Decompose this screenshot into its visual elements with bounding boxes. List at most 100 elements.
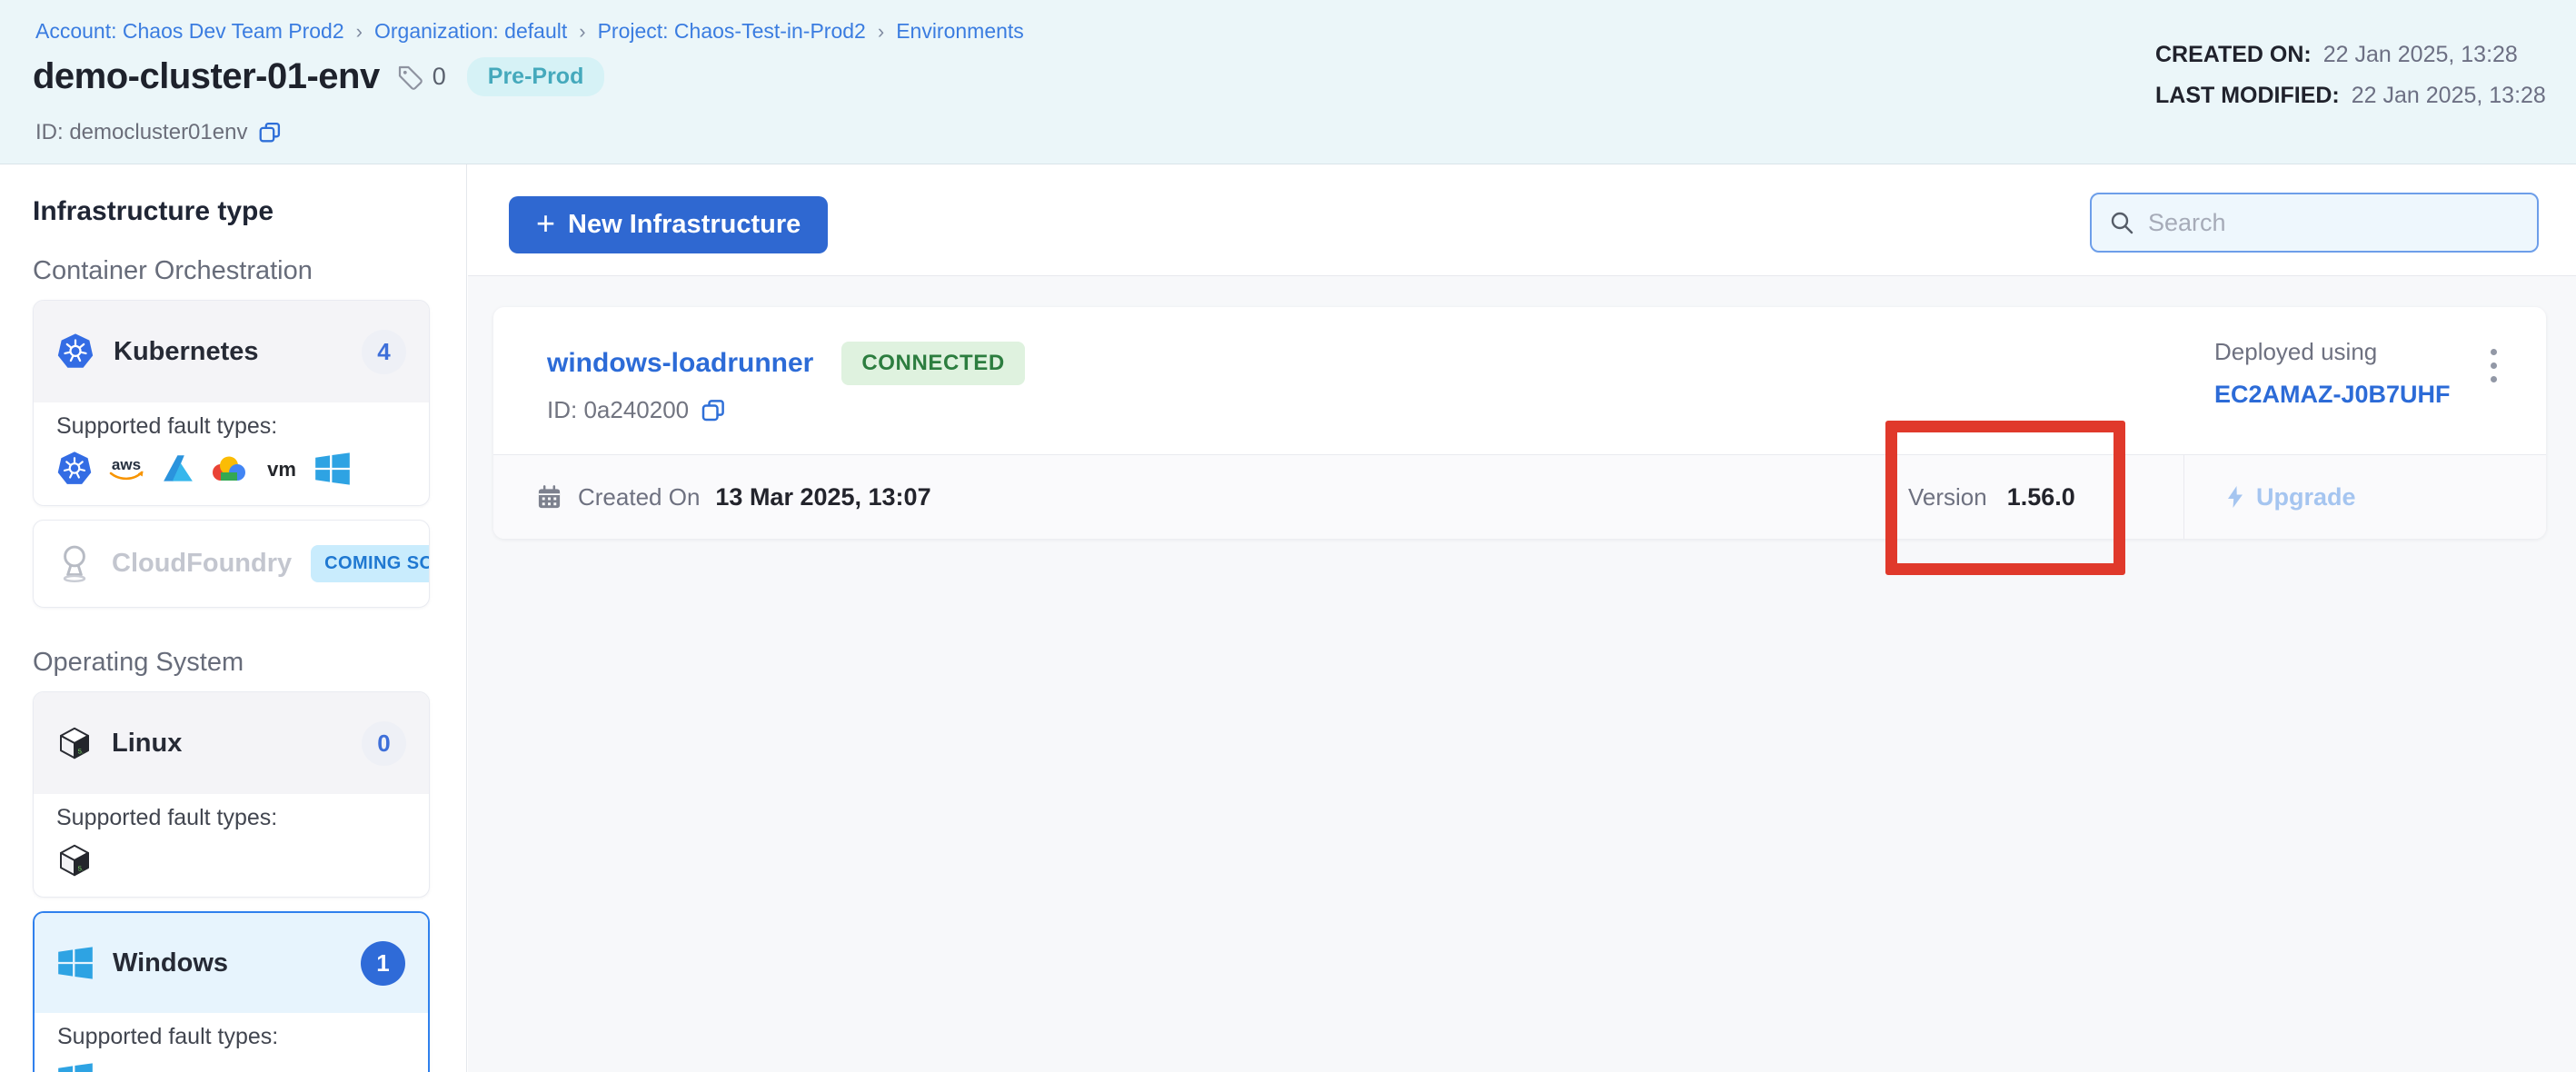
- linux-icon: 5.: [56, 725, 93, 761]
- created-on-block: Created On 13 Mar 2025, 13:07: [536, 455, 931, 539]
- sidebar-item-cloudfoundry: CloudFoundry COMING SOON: [33, 520, 430, 608]
- new-infrastructure-label: New Infrastructure: [568, 210, 801, 240]
- audit-dates: CREATED ON: 22 Jan 2025, 13:28 LAST MODI…: [2155, 42, 2546, 109]
- linux-icon: 5.: [56, 842, 93, 878]
- created-on-label: CREATED ON:: [2155, 42, 2312, 68]
- svg-text:5.: 5.: [78, 864, 84, 872]
- breadcrumb: Account: Chaos Dev Team Prod2 › Organiza…: [35, 19, 1024, 44]
- infrastructure-type-sidebar: Infrastructure type Container Orchestrat…: [0, 164, 467, 1072]
- sidebar-heading: Infrastructure type: [33, 198, 430, 225]
- infrastructure-name-row: windows-loadrunner CONNECTED: [547, 342, 1025, 385]
- cloudfoundry-icon: [56, 544, 93, 584]
- aws-icon: aws: [105, 454, 147, 483]
- tags-control[interactable]: 0: [395, 63, 446, 92]
- status-badge: CONNECTED: [841, 342, 1024, 385]
- supported-fault-types-label: Supported fault types:: [56, 807, 406, 829]
- windows-card-header: Windows 1: [35, 913, 428, 1013]
- environment-id-row: ID: democluster01env: [35, 120, 283, 145]
- calendar-icon: [536, 484, 562, 511]
- linux-card-body: Supported fault types: 5.: [34, 794, 429, 897]
- windows-label: Windows: [113, 948, 228, 978]
- plus-icon: +: [536, 207, 555, 240]
- breadcrumb-environments[interactable]: Environments: [896, 19, 1024, 44]
- deployed-using-block: Deployed using EC2AMAZ-J0B7UHF: [2214, 338, 2451, 409]
- fault-type-icons: aws vm: [56, 451, 406, 487]
- breadcrumb-account[interactable]: Account: Chaos Dev Team Prod2: [35, 19, 344, 44]
- azure-icon: [160, 453, 196, 484]
- windows-icon: [314, 451, 351, 487]
- last-modified-label: LAST MODIFIED:: [2155, 83, 2340, 109]
- kubernetes-card-header: Kubernetes 4: [34, 301, 429, 402]
- windows-icon: [57, 945, 94, 981]
- fault-type-icons: [57, 1061, 405, 1072]
- environments-main: + New Infrastructure windows-loadrunner …: [468, 164, 2576, 1072]
- sidebar-item-windows[interactable]: Windows 1 Supported fault types:: [33, 911, 430, 1072]
- coming-soon-badge: COMING SOON: [311, 545, 430, 582]
- supported-fault-types-label: Supported fault types:: [56, 415, 406, 438]
- version-value: 1.56.0: [2007, 483, 2075, 511]
- upgrade-label: Upgrade: [2256, 483, 2356, 511]
- last-modified-value: 22 Jan 2025, 13:28: [2352, 83, 2546, 109]
- breadcrumb-separator: ›: [579, 20, 585, 44]
- infrastructure-card-footer: Created On 13 Mar 2025, 13:07 Version 1.…: [493, 454, 2546, 539]
- sidebar-item-kubernetes[interactable]: Kubernetes 4 Supported fault types: aws: [33, 300, 430, 506]
- environment-details-page: Account: Chaos Dev Team Prod2 › Organiza…: [0, 0, 2576, 1072]
- vmware-icon: vm: [262, 455, 302, 482]
- linux-count-badge: 0: [362, 721, 406, 766]
- windows-count-badge: 1: [361, 941, 405, 986]
- sidebar-item-linux[interactable]: 5. Linux 0 Supported fault types: 5.: [33, 691, 430, 898]
- kebab-menu-icon[interactable]: [2475, 343, 2511, 387]
- windows-card-body: Supported fault types:: [35, 1013, 428, 1072]
- cloudfoundry-label: CloudFoundry: [112, 549, 292, 579]
- version-label: Version: [1908, 483, 1987, 511]
- infrastructure-card: windows-loadrunner CONNECTED ID: 0a24020…: [493, 307, 2546, 539]
- tag-icon: [395, 63, 424, 92]
- upgrade-button[interactable]: Upgrade: [2183, 455, 2546, 539]
- search-box[interactable]: [2090, 193, 2539, 253]
- infrastructure-id-row: ID: 0a240200: [547, 396, 727, 424]
- new-infrastructure-button[interactable]: + New Infrastructure: [509, 196, 828, 253]
- kubernetes-card-body: Supported fault types: aws vm: [34, 402, 429, 505]
- group-label-operating-system: Operating System: [33, 650, 430, 676]
- copy-id-icon[interactable]: [700, 397, 727, 424]
- search-input[interactable]: [2148, 209, 2521, 237]
- kubernetes-count-badge: 4: [362, 330, 406, 374]
- group-label-container-orchestration: Container Orchestration: [33, 258, 430, 284]
- svg-text:aws: aws: [112, 456, 141, 473]
- infrastructure-id: ID: 0a240200: [547, 396, 689, 424]
- created-on-value: 13 Mar 2025, 13:07: [715, 483, 930, 511]
- tag-count: 0: [433, 63, 446, 91]
- search-icon: [2108, 209, 2135, 236]
- lightning-icon: [2224, 484, 2246, 510]
- kubernetes-label: Kubernetes: [114, 337, 259, 367]
- cloudfoundry-card-header: CloudFoundry COMING SOON: [34, 521, 429, 607]
- breadcrumb-separator: ›: [878, 20, 884, 44]
- gcp-icon: [209, 454, 249, 483]
- title-row: demo-cluster-01-env 0 Pre-Prod: [33, 56, 604, 97]
- infrastructure-list: windows-loadrunner CONNECTED ID: 0a24020…: [468, 275, 2576, 1072]
- page-header: Account: Chaos Dev Team Prod2 › Organiza…: [0, 0, 2576, 164]
- infrastructure-name-link[interactable]: windows-loadrunner: [547, 348, 813, 379]
- linux-card-header: 5. Linux 0: [34, 692, 429, 794]
- breadcrumb-organization[interactable]: Organization: default: [374, 19, 567, 44]
- svg-text:vm: vm: [267, 458, 296, 481]
- breadcrumb-separator: ›: [356, 20, 363, 44]
- linux-label: Linux: [112, 729, 182, 759]
- page-title: demo-cluster-01-env: [33, 56, 380, 97]
- deployed-using-label: Deployed using: [2214, 338, 2451, 366]
- deployed-using-link[interactable]: EC2AMAZ-J0B7UHF: [2214, 381, 2451, 408]
- created-on-value: 22 Jan 2025, 13:28: [2323, 42, 2518, 68]
- breadcrumb-project[interactable]: Project: Chaos-Test-in-Prod2: [598, 19, 866, 44]
- kubernetes-icon: [56, 451, 93, 487]
- windows-icon: [57, 1061, 94, 1072]
- fault-type-icons: 5.: [56, 842, 406, 878]
- last-modified-row: LAST MODIFIED: 22 Jan 2025, 13:28: [2155, 83, 2546, 109]
- created-on-label: Created On: [578, 483, 700, 511]
- kubernetes-icon: [56, 333, 94, 371]
- supported-fault-types-label: Supported fault types:: [57, 1026, 405, 1048]
- environment-id: ID: democluster01env: [35, 120, 247, 145]
- version-info: Version 1.56.0: [1908, 455, 2075, 539]
- svg-text:5.: 5.: [78, 747, 84, 755]
- copy-id-icon[interactable]: [257, 120, 283, 145]
- created-on-row: CREATED ON: 22 Jan 2025, 13:28: [2155, 42, 2546, 68]
